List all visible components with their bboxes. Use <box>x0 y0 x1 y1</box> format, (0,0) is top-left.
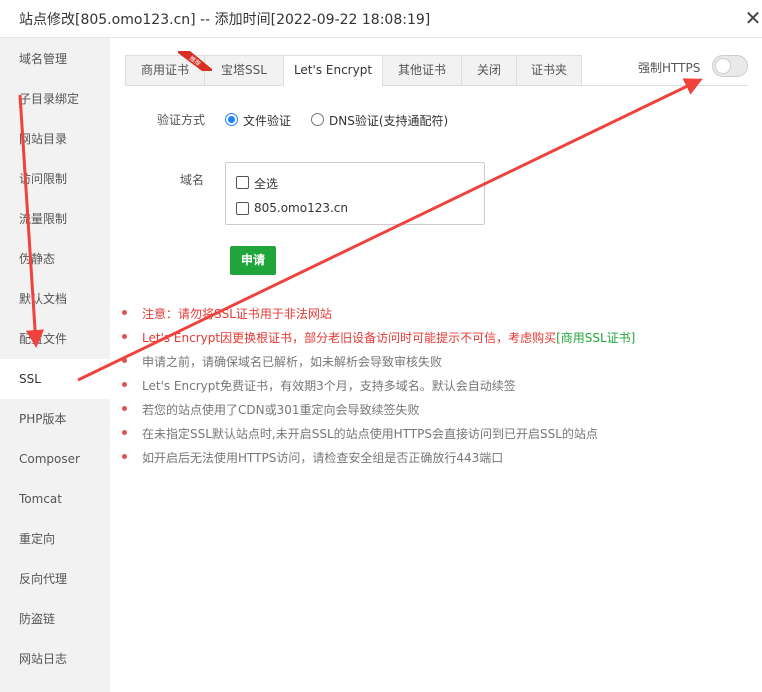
title-bar: 站点修改[805.omo123.cn] -- 添加时间[2022-09-22 1… <box>0 0 762 38</box>
domain-list: 全选 805.omo123.cn <box>225 162 485 225</box>
sidebar-item-access-limit[interactable]: 访问限制 <box>0 159 110 199</box>
sidebar-item-default-doc[interactable]: 默认文档 <box>0 279 110 319</box>
file-verify-radio[interactable] <box>225 113 238 126</box>
sidebar-item-reverse-proxy[interactable]: 反向代理 <box>0 559 110 599</box>
sidebar-item-site-log[interactable]: 网站日志 <box>0 639 110 679</box>
verify-method-label: 验证方式 <box>157 113 206 127</box>
sidebar-item-rewrite[interactable]: 伪静态 <box>0 239 110 279</box>
sidebar-item-config-file[interactable]: 配置文件 <box>0 319 110 359</box>
file-verify-label[interactable]: 文件验证 <box>243 112 291 129</box>
commercial-ssl-link[interactable]: [商用SSL证书] <box>556 331 635 345</box>
domain-checkbox[interactable] <box>236 202 249 215</box>
sidebar-item-ssl[interactable]: SSL <box>0 359 110 399</box>
tab-lets-encrypt[interactable]: Let's Encrypt <box>283 55 383 86</box>
tab-bt-ssl[interactable]: 宝塔SSL <box>204 55 284 86</box>
toggle-knob <box>715 58 731 74</box>
domain-label: 域名 <box>180 173 205 187</box>
sidebar-item-site-dir[interactable]: 网站目录 <box>0 119 110 159</box>
sidebar-item-redirect[interactable]: 重定向 <box>0 519 110 559</box>
tab-cert-folder[interactable]: 证书夹 <box>516 55 582 86</box>
close-icon[interactable]: ✕ <box>744 8 762 28</box>
recommend-ribbon-icon: 推荐 <box>178 51 212 71</box>
tab-other-cert[interactable]: 其他证书 <box>382 55 462 86</box>
tab-close[interactable]: 关闭 <box>461 55 517 86</box>
sidebar-item-domain[interactable]: 域名管理 <box>0 39 110 79</box>
window-title: 站点修改[805.omo123.cn] -- 添加时间[2022-09-22 1… <box>19 12 431 28</box>
domain-name-label[interactable]: 805.omo123.cn <box>254 201 348 215</box>
sidebar-item-traffic-limit[interactable]: 流量限制 <box>0 199 110 239</box>
select-all-checkbox[interactable] <box>236 176 249 189</box>
sidebar-item-composer[interactable]: Composer <box>0 439 110 479</box>
dns-verify-radio[interactable] <box>311 113 324 126</box>
force-https-label: 强制HTTPS <box>638 61 701 75</box>
sidebar-item-subdir[interactable]: 子目录绑定 <box>0 79 110 119</box>
annotation-arrows <box>18 78 703 382</box>
sidebar-item-php-version[interactable]: PHP版本 <box>0 399 110 439</box>
select-all-label[interactable]: 全选 <box>254 175 278 192</box>
sidebar-item-hotlink[interactable]: 防盗链 <box>0 599 110 639</box>
force-https-toggle[interactable] <box>712 55 748 77</box>
sidebar-item-tomcat[interactable]: Tomcat <box>0 479 110 519</box>
dns-verify-label[interactable]: DNS验证(支持通配符) <box>329 112 448 129</box>
apply-button[interactable]: 申请 <box>230 246 276 275</box>
sidebar: 域名管理 子目录绑定 网站目录 访问限制 流量限制 伪静态 默认文档 配置文件 … <box>0 38 110 692</box>
